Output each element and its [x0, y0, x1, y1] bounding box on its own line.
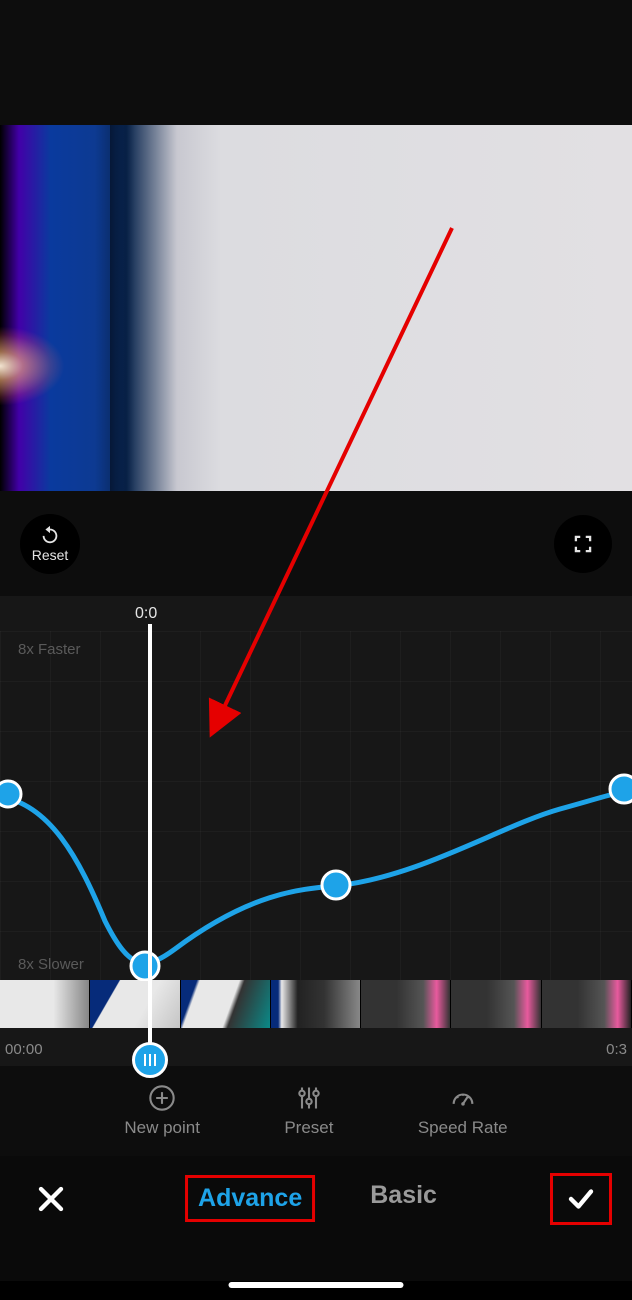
curve-point-1[interactable] [0, 781, 21, 807]
reset-button[interactable]: Reset [20, 514, 80, 574]
toolbar: New point Preset Speed Rate [0, 1066, 632, 1156]
sliders-icon [295, 1084, 323, 1112]
bottom-spacer [0, 1241, 632, 1281]
film-frame [451, 980, 541, 1028]
film-frame [90, 980, 180, 1028]
video-preview[interactable] [0, 125, 632, 491]
preset-label: Preset [284, 1118, 333, 1138]
top-bar [0, 0, 632, 125]
speed-rate-label: Speed Rate [418, 1118, 508, 1138]
curve-point-4[interactable] [610, 775, 632, 803]
fullscreen-button[interactable] [554, 515, 612, 573]
close-button[interactable] [20, 1173, 82, 1225]
home-indicator[interactable] [229, 1282, 404, 1288]
preview-controls: Reset [0, 491, 632, 596]
mode-tabs: Advance Basic [185, 1175, 447, 1222]
tab-advance[interactable]: Advance [185, 1175, 315, 1222]
new-point-label: New point [124, 1118, 200, 1138]
curve-point-3[interactable] [322, 871, 350, 899]
reset-label: Reset [32, 547, 69, 563]
film-frame [361, 980, 451, 1028]
close-icon [36, 1184, 66, 1214]
film-frame [0, 980, 90, 1028]
film-frame [542, 980, 632, 1028]
reset-icon [39, 524, 61, 546]
speed-rate-button[interactable]: Speed Rate [418, 1084, 508, 1138]
fullscreen-icon [572, 533, 594, 555]
film-frame [271, 980, 361, 1028]
film-frame [181, 980, 271, 1028]
filmstrip[interactable] [0, 980, 632, 1028]
plus-circle-icon [148, 1084, 176, 1112]
playhead[interactable] [148, 624, 152, 1059]
gauge-icon [449, 1084, 477, 1112]
playhead-handle[interactable] [132, 1042, 168, 1078]
time-end: 0:3 [606, 1041, 627, 1058]
mode-bar: Advance Basic [0, 1156, 632, 1241]
new-point-button[interactable]: New point [124, 1084, 200, 1138]
curve-point-2[interactable] [131, 952, 159, 980]
confirm-button[interactable] [550, 1173, 612, 1225]
time-start: 00:00 [5, 1041, 43, 1058]
check-icon [566, 1184, 596, 1214]
speed-curve[interactable] [0, 631, 632, 981]
speed-graph-area[interactable]: 0:0 8x Faster 8x Slower 00:00 0:3 [0, 596, 632, 1066]
current-time-label: 0:0 [135, 605, 157, 623]
tab-basic[interactable]: Basic [360, 1175, 447, 1222]
preset-button[interactable]: Preset [284, 1084, 333, 1138]
